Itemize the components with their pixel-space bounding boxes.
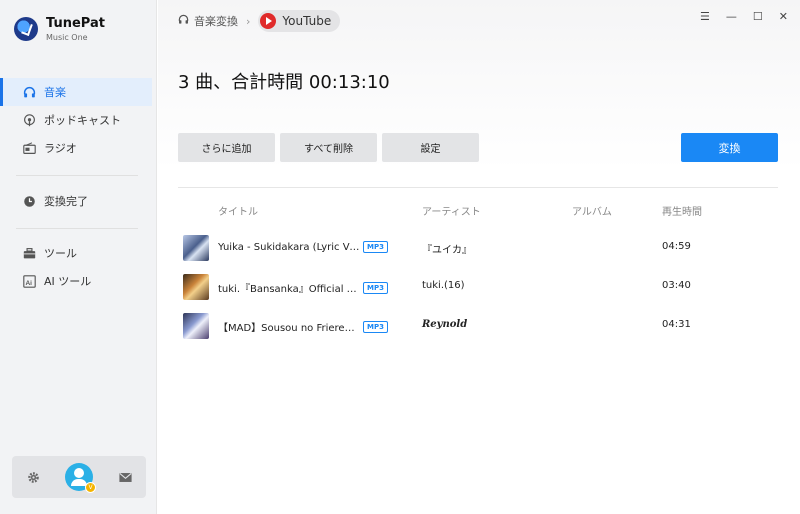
mail-icon[interactable] bbox=[115, 467, 135, 487]
youtube-icon bbox=[260, 13, 277, 29]
track-duration: 04:31 bbox=[662, 319, 691, 330]
track-artist: tuki.(16) bbox=[422, 280, 465, 291]
breadcrumb-separator: › bbox=[246, 14, 251, 28]
sidebar: TunePat Music One 音楽 ポッドキャスト ラジオ 変換完了 ツー… bbox=[0, 0, 157, 514]
tunepat-logo-icon bbox=[14, 17, 38, 41]
source-label: YouTube bbox=[282, 14, 332, 28]
close-icon[interactable]: ✕ bbox=[779, 10, 788, 23]
headphones-icon bbox=[22, 85, 36, 99]
sidebar-item-label: ラジオ bbox=[44, 142, 77, 155]
clock-icon bbox=[22, 194, 36, 208]
source-selector[interactable]: YouTube bbox=[258, 10, 341, 32]
column-header-duration[interactable]: 再生時間 bbox=[662, 203, 702, 218]
column-header-title[interactable]: タイトル bbox=[218, 203, 258, 218]
table-row[interactable]: tuki.『Bansanka』Official Music Video MP3 … bbox=[178, 267, 778, 307]
sidebar-item-tools[interactable]: ツール bbox=[0, 239, 152, 267]
add-more-button[interactable]: さらに追加 bbox=[178, 133, 275, 162]
sidebar-item-converted[interactable]: 変換完了 bbox=[0, 187, 152, 215]
track-summary: 3 曲、合計時間 00:13:10 bbox=[178, 72, 390, 93]
window-controls: ☰ — ☐ ✕ bbox=[700, 10, 788, 23]
sidebar-divider bbox=[16, 175, 138, 176]
track-thumbnail bbox=[183, 313, 209, 339]
track-title: tuki.『Bansanka』Official Music Video bbox=[218, 284, 360, 295]
sidebar-item-label: 変換完了 bbox=[44, 195, 88, 208]
settings-button[interactable]: 設定 bbox=[382, 133, 479, 162]
track-artist: Reynold bbox=[422, 319, 468, 330]
sidebar-item-label: ツール bbox=[44, 247, 77, 260]
headphones-icon bbox=[178, 14, 189, 28]
delete-all-button[interactable]: すべて削除 bbox=[280, 133, 377, 162]
track-artist: 『ユイカ』 bbox=[422, 245, 472, 256]
maximize-icon[interactable]: ☐ bbox=[753, 10, 763, 23]
format-badge: MP3 bbox=[363, 241, 388, 253]
app-name: TunePat bbox=[46, 16, 105, 31]
sidebar-item-podcast[interactable]: ポッドキャスト bbox=[0, 106, 152, 134]
sidebar-item-ai-tools[interactable]: Ai AI ツール bbox=[0, 267, 152, 295]
user-avatar-icon[interactable]: V bbox=[65, 463, 96, 493]
column-header-album[interactable]: アルバム bbox=[572, 203, 612, 218]
brand: TunePat Music One bbox=[14, 16, 105, 42]
app-subtitle: Music One bbox=[46, 33, 88, 42]
toolbox-icon bbox=[22, 246, 36, 260]
ai-icon: Ai bbox=[22, 274, 36, 288]
sidebar-item-label: ポッドキャスト bbox=[44, 114, 121, 127]
track-duration: 03:40 bbox=[662, 280, 691, 291]
column-header-artist[interactable]: アーティスト bbox=[422, 203, 481, 218]
format-badge: MP3 bbox=[363, 320, 388, 333]
breadcrumb-music-convert[interactable]: 音楽変換 bbox=[194, 13, 238, 29]
format-badge: MP3 bbox=[363, 281, 388, 294]
sidebar-bottom-bar: V bbox=[12, 456, 146, 498]
table-row[interactable]: 【MAD】Sousou no Frieren『 … MP3 Reynold 04… bbox=[178, 306, 778, 346]
radio-icon bbox=[22, 141, 36, 155]
breadcrumb: 音楽変換 › YouTube bbox=[178, 10, 341, 32]
table-row[interactable]: Yuika - Sukidakara (Lyric Video) MP3 『ユイ… bbox=[178, 228, 778, 268]
gear-icon[interactable] bbox=[23, 467, 43, 487]
track-thumbnail bbox=[183, 274, 209, 300]
minimize-icon[interactable]: — bbox=[726, 10, 737, 23]
track-duration: 04:59 bbox=[662, 241, 691, 252]
table-divider bbox=[178, 187, 778, 188]
main-panel: 音楽変換 › YouTube ☰ — ☐ ✕ 3 曲、合計時間 00:13:10… bbox=[158, 0, 800, 514]
sidebar-divider bbox=[16, 228, 138, 229]
track-title: Yuika - Sukidakara (Lyric Video) bbox=[218, 241, 360, 253]
svg-text:Ai: Ai bbox=[25, 279, 32, 286]
sidebar-item-music[interactable]: 音楽 bbox=[0, 78, 152, 106]
vip-badge: V bbox=[85, 482, 96, 493]
sidebar-item-label: 音楽 bbox=[44, 86, 66, 99]
sidebar-item-label: AI ツール bbox=[44, 275, 92, 288]
convert-button[interactable]: 変換 bbox=[681, 133, 778, 162]
podcast-icon bbox=[22, 113, 36, 127]
sidebar-item-radio[interactable]: ラジオ bbox=[0, 134, 152, 162]
track-thumbnail bbox=[183, 235, 209, 261]
track-title: 【MAD】Sousou no Frieren『 … bbox=[218, 323, 360, 334]
menu-icon[interactable]: ☰ bbox=[700, 10, 710, 23]
